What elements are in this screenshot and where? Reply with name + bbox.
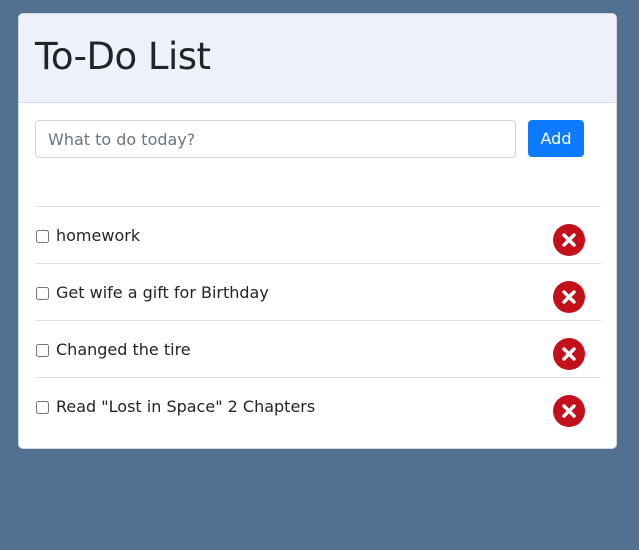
card-header: To-Do List <box>19 14 616 103</box>
todo-checkbox[interactable] <box>36 344 49 357</box>
close-circle-icon <box>562 404 576 418</box>
todo-text: Read "Lost in Space" 2 Chapters <box>56 397 316 416</box>
todo-checkbox[interactable] <box>36 401 49 414</box>
todo-checkbox[interactable] <box>36 287 49 300</box>
close-circle-icon <box>562 233 576 247</box>
todo-item: Get wife a gift for Birthday <box>35 263 601 320</box>
todo-input[interactable] <box>35 120 516 158</box>
todo-checkbox[interactable] <box>36 230 49 243</box>
delete-button[interactable] <box>553 338 585 370</box>
close-circle-icon <box>562 290 576 304</box>
todo-text: Changed the tire <box>56 340 191 359</box>
todo-list: homework Get wife a gift for Birthday Ch… <box>35 206 601 434</box>
delete-button[interactable] <box>553 224 585 256</box>
page-title: To-Do List <box>35 34 211 78</box>
todo-text: homework <box>56 226 141 245</box>
todo-item: Changed the tire <box>35 320 601 377</box>
delete-button[interactable] <box>553 395 585 427</box>
close-circle-icon <box>562 347 576 361</box>
todo-text: Get wife a gift for Birthday <box>56 283 269 302</box>
todo-card: To-Do List Add homework Get wife a gift … <box>18 13 617 449</box>
todo-item: Read "Lost in Space" 2 Chapters <box>35 377 601 434</box>
todo-item: homework <box>35 206 601 263</box>
add-todo-form: Add <box>35 120 585 158</box>
delete-button[interactable] <box>553 281 585 313</box>
add-button[interactable]: Add <box>528 120 584 157</box>
